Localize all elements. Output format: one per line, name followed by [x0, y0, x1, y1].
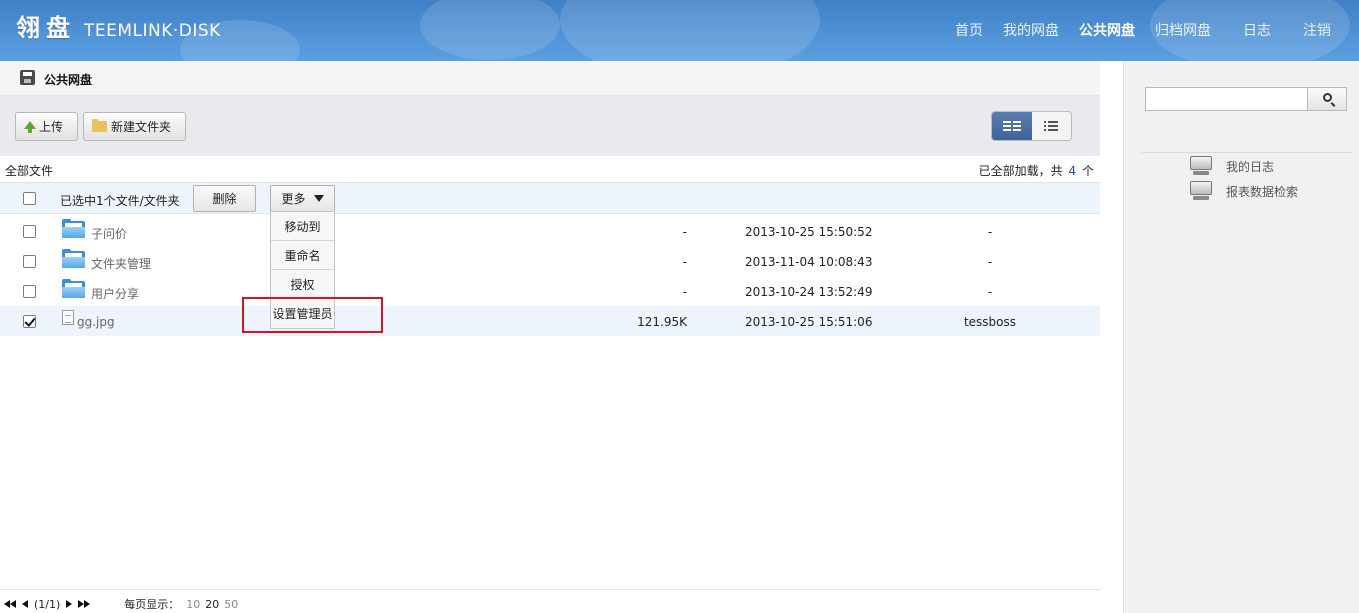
nav-public-disk[interactable]: 公共网盘 [1079, 20, 1135, 40]
brand-logo[interactable]: 翎盘 TEEMLINK·DISK [16, 8, 221, 43]
file-owner: - [987, 225, 993, 239]
table-row[interactable]: 用户分享 - 2013-10-24 13:52:49 - [0, 276, 1100, 306]
nav-home[interactable]: 首页 [955, 20, 983, 40]
pager-divider [0, 589, 1100, 590]
more-label: 更多 [281, 192, 306, 206]
more-dropdown-button[interactable]: 更多 [270, 185, 335, 212]
list-view-icon [1044, 121, 1059, 131]
file-date: 2013-10-25 15:51:06 [745, 315, 873, 329]
delete-label: 删除 [212, 192, 237, 206]
file-name[interactable]: 用户分享 [91, 285, 139, 302]
upload-button[interactable]: 上传 [15, 112, 78, 141]
right-sidebar: 我的日志 报表数据检索 [1123, 61, 1359, 613]
new-folder-label: 新建文件夹 [111, 120, 172, 134]
grid-view-icon [1002, 121, 1021, 131]
disk-save-icon [20, 70, 35, 85]
main-nav: 首页 我的网盘 公共网盘 归档网盘 日志 注销 [935, 20, 1331, 40]
load-status: 已全部加载，共 4 个 [979, 162, 1094, 179]
row-checkbox[interactable] [23, 285, 36, 298]
cloud-decoration [560, 0, 820, 61]
file-date: 2013-10-24 13:52:49 [745, 285, 873, 299]
table-row[interactable]: gg.jpg 121.95K 2013-10-25 15:51:06 tessb… [0, 306, 1100, 336]
page-info: (1/1) [34, 597, 61, 611]
search-button[interactable] [1307, 87, 1347, 111]
file-list-header: 全部文件 已全部加载，共 4 个 [0, 156, 1100, 182]
folder-icon [62, 219, 85, 238]
file-date: 2013-11-04 10:08:43 [745, 255, 873, 269]
monitor-icon [1190, 156, 1212, 176]
selection-count-text: 已选中1个文件/文件夹 [60, 194, 180, 208]
sidebar-divider [1142, 152, 1352, 153]
selection-bar: 已选中1个文件/文件夹 删除 更多 [0, 182, 1100, 214]
last-page-icon[interactable] [78, 600, 91, 608]
menu-item-move-to[interactable]: 移动到 [271, 212, 334, 241]
sidebar-item-label: 报表数据检索 [1226, 184, 1299, 199]
load-status-suffix: 个 [1081, 164, 1094, 178]
logo-cn-text: 翎盘 [16, 14, 76, 42]
file-size: - [682, 285, 687, 299]
file-size: - [682, 255, 687, 269]
per-page-20[interactable]: 20 [205, 598, 219, 611]
next-page-icon[interactable] [66, 600, 73, 608]
menu-item-rename[interactable]: 重命名 [271, 241, 334, 270]
file-owner: tessboss [963, 315, 1017, 329]
all-files-link[interactable]: 全部文件 [5, 162, 53, 179]
monitor-icon [1190, 181, 1212, 201]
breadcrumb: 公共网盘 [0, 61, 1100, 96]
file-toolbar: 上传 新建文件夹 [0, 96, 1100, 156]
file-size: - [682, 225, 687, 239]
view-mode-toggle [991, 111, 1072, 141]
logo-en-text: TEEMLINK·DISK [84, 21, 221, 41]
per-page-10[interactable]: 10 [186, 598, 200, 611]
sidebar-item-my-log[interactable]: 我的日志 [1190, 156, 1274, 176]
sidebar-item-report-search[interactable]: 报表数据检索 [1190, 181, 1298, 201]
row-checkbox[interactable] [23, 255, 36, 268]
file-document-icon [62, 310, 74, 325]
search-input[interactable] [1145, 87, 1308, 111]
grid-view-button[interactable] [992, 112, 1032, 140]
nav-logout[interactable]: 注销 [1303, 20, 1331, 40]
per-page-label: 每页显示： [124, 598, 180, 611]
highlight-box [242, 297, 383, 333]
total-count: 4 [1068, 164, 1077, 178]
per-page-50[interactable]: 50 [224, 598, 238, 611]
file-name[interactable]: 文件夹管理 [91, 255, 151, 272]
first-page-icon[interactable] [4, 600, 16, 608]
file-owner: - [987, 285, 993, 299]
file-size: 121.95K [637, 315, 687, 329]
table-row[interactable]: 文件夹管理 - 2013-11-04 10:08:43 - [0, 246, 1100, 276]
file-name[interactable]: gg.jpg [77, 315, 115, 329]
select-all-checkbox[interactable] [23, 192, 36, 205]
caret-down-icon [313, 195, 324, 202]
prev-page-icon[interactable] [22, 600, 28, 608]
file-owner: - [987, 255, 993, 269]
nav-archive-disk[interactable]: 归档网盘 [1155, 20, 1211, 40]
pagination: (1/1) 每页显示： 10 20 50 [4, 596, 238, 612]
folder-icon [62, 279, 85, 298]
new-folder-button[interactable]: 新建文件夹 [83, 112, 186, 141]
load-status-prefix: 已全部加载，共 [978, 164, 1063, 178]
file-name[interactable]: 子问价 [91, 225, 127, 242]
search-icon [1323, 93, 1332, 102]
folder-icon [62, 249, 85, 268]
row-checkbox[interactable] [23, 225, 36, 238]
table-row[interactable]: 子问价 - 2013-10-25 15:50:52 - [0, 216, 1100, 246]
cloud-decoration [420, 0, 560, 60]
upload-arrow-icon [24, 120, 36, 133]
file-date: 2013-10-25 15:50:52 [745, 225, 873, 239]
folder-icon [92, 119, 107, 132]
sidebar-item-label: 我的日志 [1226, 159, 1275, 174]
top-header: 翎盘 TEEMLINK·DISK 首页 我的网盘 公共网盘 归档网盘 日志 注销 [0, 0, 1359, 61]
row-checkbox[interactable] [23, 315, 36, 328]
delete-button[interactable]: 删除 [193, 185, 256, 212]
nav-my-disk[interactable]: 我的网盘 [1003, 20, 1059, 40]
page-title: 公共网盘 [44, 73, 93, 87]
nav-log[interactable]: 日志 [1243, 20, 1271, 40]
list-view-button[interactable] [1032, 112, 1072, 140]
upload-label: 上传 [39, 120, 64, 134]
menu-item-authorize[interactable]: 授权 [271, 270, 334, 299]
